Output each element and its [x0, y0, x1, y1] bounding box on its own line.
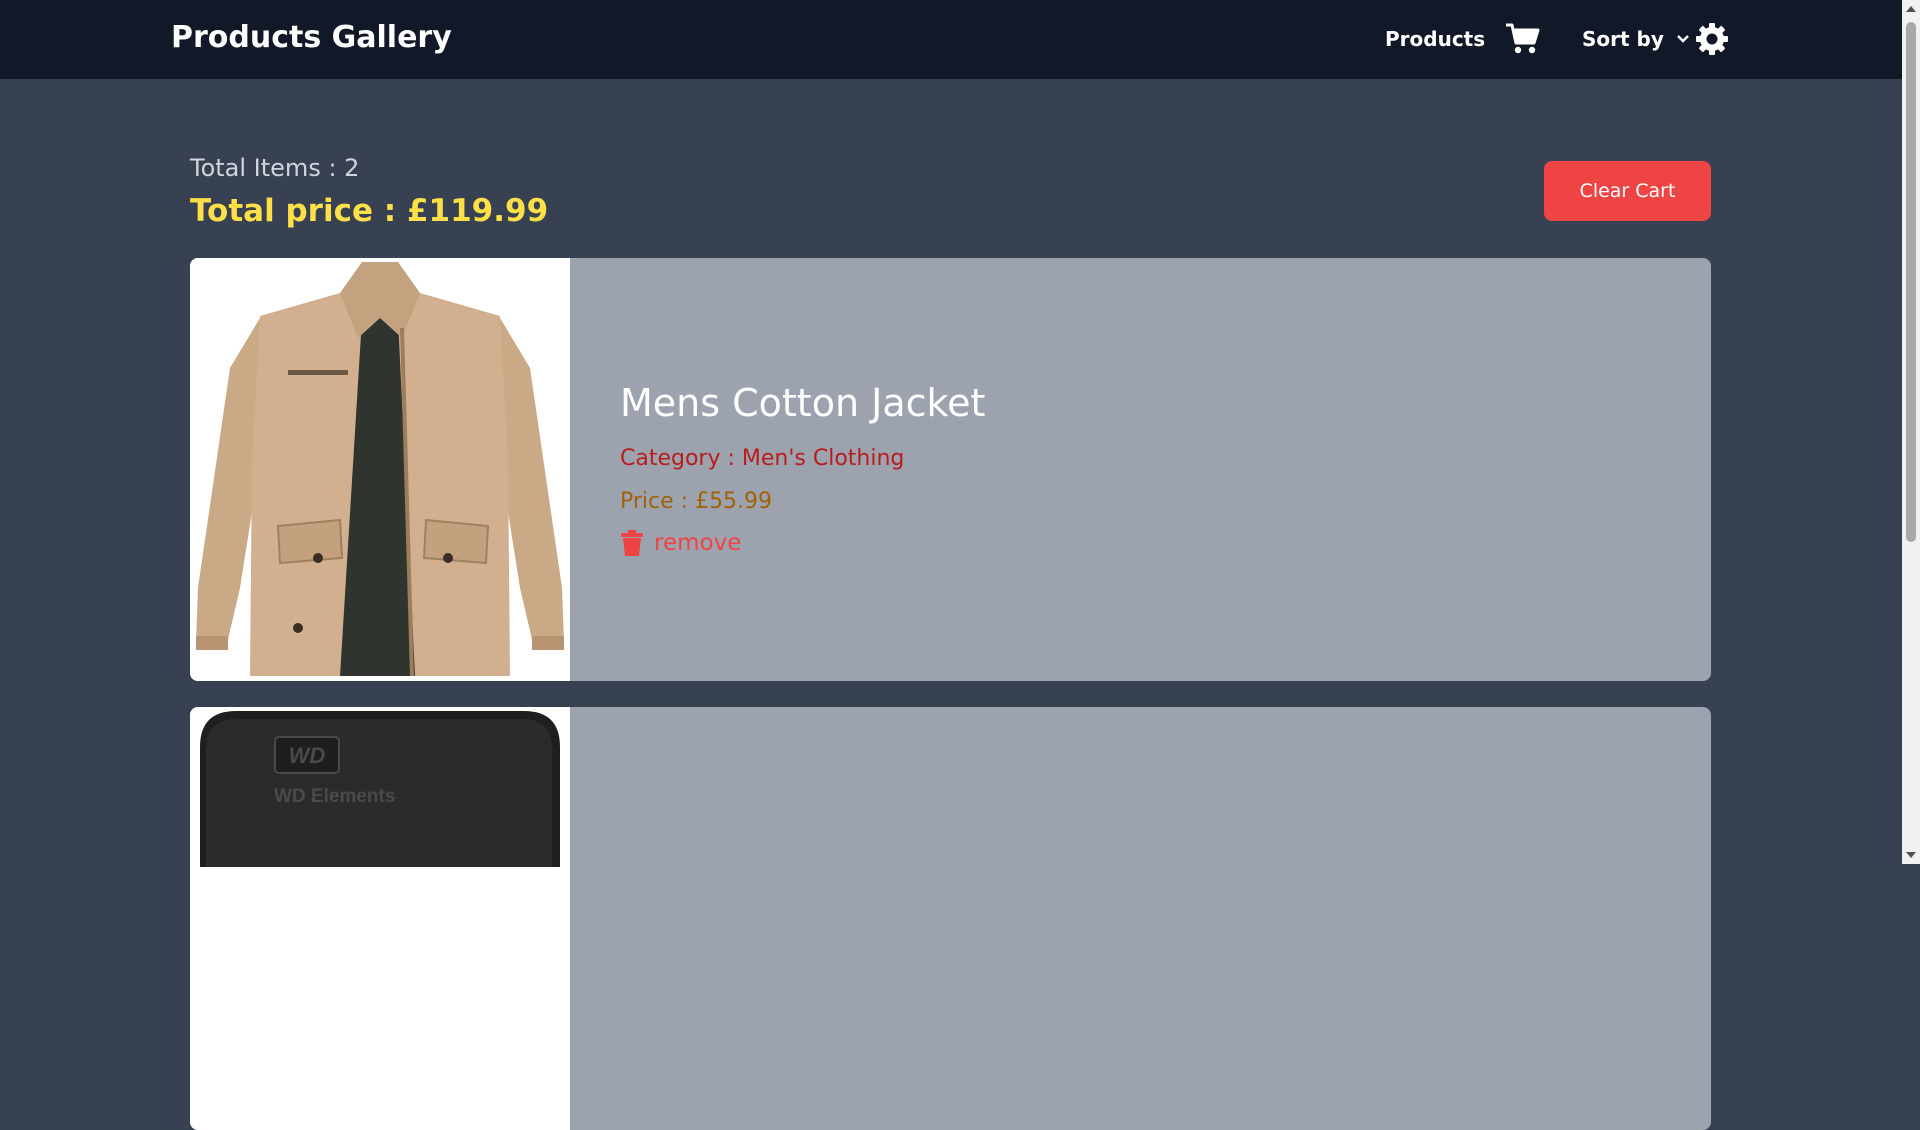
scroll-up-arrow-icon[interactable] — [1906, 6, 1916, 12]
cart-item-card: WD WD Elements — [190, 707, 1711, 1130]
scroll-thumb[interactable] — [1906, 22, 1916, 542]
sort-by-dropdown[interactable]: Sort by — [1582, 27, 1690, 51]
remove-label: remove — [654, 530, 742, 556]
trash-icon — [621, 530, 643, 556]
mens-cotton-jacket-image — [190, 258, 570, 681]
nav-products-link[interactable]: Products — [1385, 27, 1485, 51]
total-items: Total Items : 2 — [190, 154, 360, 182]
brand-title[interactable]: Products Gallery — [171, 20, 452, 55]
navbar: Products Gallery Products Sort by — [0, 0, 1902, 79]
image-brand-text: WD — [289, 743, 326, 768]
wd-elements-hard-drive-image: WD WD Elements — [190, 707, 570, 1130]
chevron-down-icon — [1677, 35, 1689, 43]
sort-by-label: Sort by — [1582, 27, 1664, 51]
clear-cart-button[interactable]: Clear Cart — [1544, 161, 1711, 221]
image-product-text: WD Elements — [274, 786, 395, 807]
remove-button[interactable]: remove — [620, 530, 741, 556]
scroll-down-arrow-icon[interactable] — [1906, 852, 1916, 858]
total-price: Total price : £119.99 — [190, 193, 549, 229]
item-title: Mens Cotton Jacket — [620, 381, 986, 425]
gear-icon[interactable] — [1695, 22, 1729, 56]
shopping-cart-icon[interactable] — [1505, 22, 1541, 56]
item-category: Category : Men's Clothing — [620, 446, 905, 471]
scrollbar[interactable] — [1902, 0, 1920, 864]
cart-item-card: Mens Cotton Jacket Category : Men's Clot… — [190, 258, 1711, 681]
item-price: Price : £55.99 — [620, 489, 773, 514]
